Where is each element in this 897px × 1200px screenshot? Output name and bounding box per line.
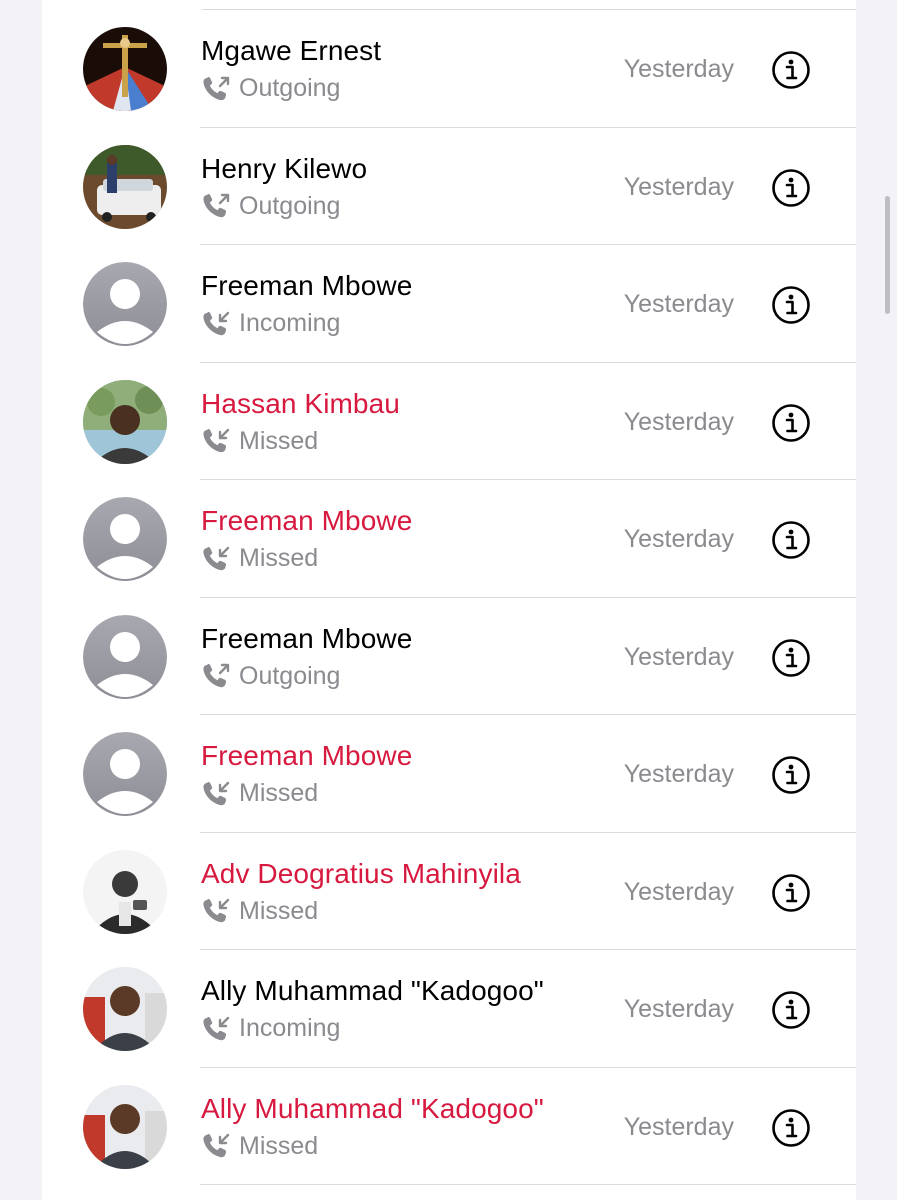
call-type: Missed <box>201 897 318 926</box>
call-type-label: Outgoing <box>239 661 341 690</box>
divider <box>200 1184 856 1185</box>
call-type-label: Incoming <box>239 309 341 337</box>
avatar <box>83 614 167 699</box>
call-type: Outgoing <box>201 662 340 691</box>
info-circle-icon[interactable] <box>771 1108 811 1148</box>
info-circle-icon[interactable] <box>771 755 811 795</box>
call-type-label: Missed <box>239 779 319 807</box>
call-row[interactable]: Ally Muhammad "Kadogoo" Incoming Yesterd… <box>42 950 856 1068</box>
info-circle-icon[interactable] <box>771 403 811 443</box>
avatar <box>83 732 167 816</box>
call-type: Outgoing <box>201 192 340 221</box>
avatar <box>83 849 167 934</box>
avatar <box>83 144 167 229</box>
avatar <box>83 27 167 111</box>
call-time: Yesterday <box>623 172 734 201</box>
info-circle-icon[interactable] <box>771 168 811 208</box>
call-type: Missed <box>201 1132 318 1161</box>
avatar <box>83 497 167 581</box>
phone-outgoing-icon <box>201 75 239 103</box>
call-type-label: Incoming <box>239 1014 341 1042</box>
call-time: Yesterday <box>623 1112 734 1141</box>
call-row[interactable]: Freeman Mbowe Missed Yesterday <box>42 480 856 598</box>
call-row[interactable]: Henry Kilewo Outgoing Yesterday <box>42 128 856 245</box>
phone-incoming-icon <box>201 427 239 455</box>
call-type-label: Outgoing <box>239 191 341 220</box>
call-type-label: Missed <box>239 896 319 925</box>
phone-incoming-icon <box>201 1132 239 1160</box>
call-row[interactable]: Freeman Mbowe Incoming Yesterday <box>42 245 856 363</box>
phone-outgoing-icon <box>201 662 239 690</box>
call-time: Yesterday <box>623 525 734 553</box>
call-time: Yesterday <box>623 55 734 83</box>
avatar <box>83 379 167 464</box>
call-type: Incoming <box>201 1014 340 1043</box>
info-circle-icon[interactable] <box>771 285 811 325</box>
contact-name: Freeman Mbowe <box>201 505 413 536</box>
info-circle-icon[interactable] <box>771 638 811 678</box>
call-type-label: Missed <box>239 1131 319 1160</box>
call-row[interactable]: Mgawe Ernest Outgoing Yesterday <box>42 10 856 128</box>
call-row[interactable]: Freeman Mbowe Missed Yesterday <box>42 715 856 833</box>
phone-incoming-icon <box>201 310 239 338</box>
contact-name: Freeman Mbowe <box>201 740 413 771</box>
avatar <box>83 1084 167 1169</box>
contact-name: Ally Muhammad "Kadogoo" <box>201 1092 544 1124</box>
info-circle-icon[interactable] <box>771 990 811 1030</box>
phone-incoming-icon <box>201 545 239 573</box>
call-type: Missed <box>201 779 318 808</box>
scrollbar[interactable] <box>885 196 890 314</box>
call-time: Yesterday <box>623 760 734 788</box>
call-type-label: Missed <box>239 426 319 455</box>
call-row[interactable]: Adv Deogratius Mahinyila Missed Yesterda… <box>42 833 856 950</box>
contact-name: Henry Kilewo <box>201 152 368 184</box>
phone-incoming-icon <box>201 1015 239 1043</box>
contact-name: Hassan Kimbau <box>201 387 400 419</box>
contact-name: Freeman Mbowe <box>201 622 413 654</box>
call-row[interactable]: Ally Muhammad "Kadogoo" Missed Yesterday <box>42 1068 856 1185</box>
avatar <box>83 262 167 346</box>
call-type: Missed <box>201 427 318 456</box>
info-circle-icon[interactable] <box>771 873 811 913</box>
call-type-label: Outgoing <box>239 74 341 102</box>
call-time: Yesterday <box>623 995 734 1023</box>
call-type: Incoming <box>201 309 340 338</box>
call-row[interactable]: Hassan Kimbau Missed Yesterday <box>42 363 856 480</box>
phone-incoming-icon <box>201 897 239 925</box>
call-row[interactable]: Freeman Mbowe Outgoing Yesterday <box>42 598 856 715</box>
call-type-label: Missed <box>239 544 319 572</box>
contact-name: Ally Muhammad "Kadogoo" <box>201 975 544 1006</box>
info-circle-icon[interactable] <box>771 50 811 90</box>
contact-name: Freeman Mbowe <box>201 270 413 301</box>
phone-incoming-icon <box>201 780 239 808</box>
contact-name: Mgawe Ernest <box>201 35 382 66</box>
call-time: Yesterday <box>623 407 734 436</box>
info-circle-icon[interactable] <box>771 520 811 560</box>
call-type: Outgoing <box>201 74 340 103</box>
call-time: Yesterday <box>623 642 734 671</box>
phone-outgoing-icon <box>201 192 239 220</box>
avatar <box>83 967 167 1051</box>
call-time: Yesterday <box>623 290 734 318</box>
contact-name: Adv Deogratius Mahinyila <box>201 857 521 889</box>
recents-list-panel: Mgawe Ernest Outgoing Yesterday Henry Ki… <box>42 0 856 1200</box>
call-type: Missed <box>201 544 318 573</box>
call-time: Yesterday <box>623 877 734 906</box>
call-list: Mgawe Ernest Outgoing Yesterday Henry Ki… <box>42 10 856 1185</box>
